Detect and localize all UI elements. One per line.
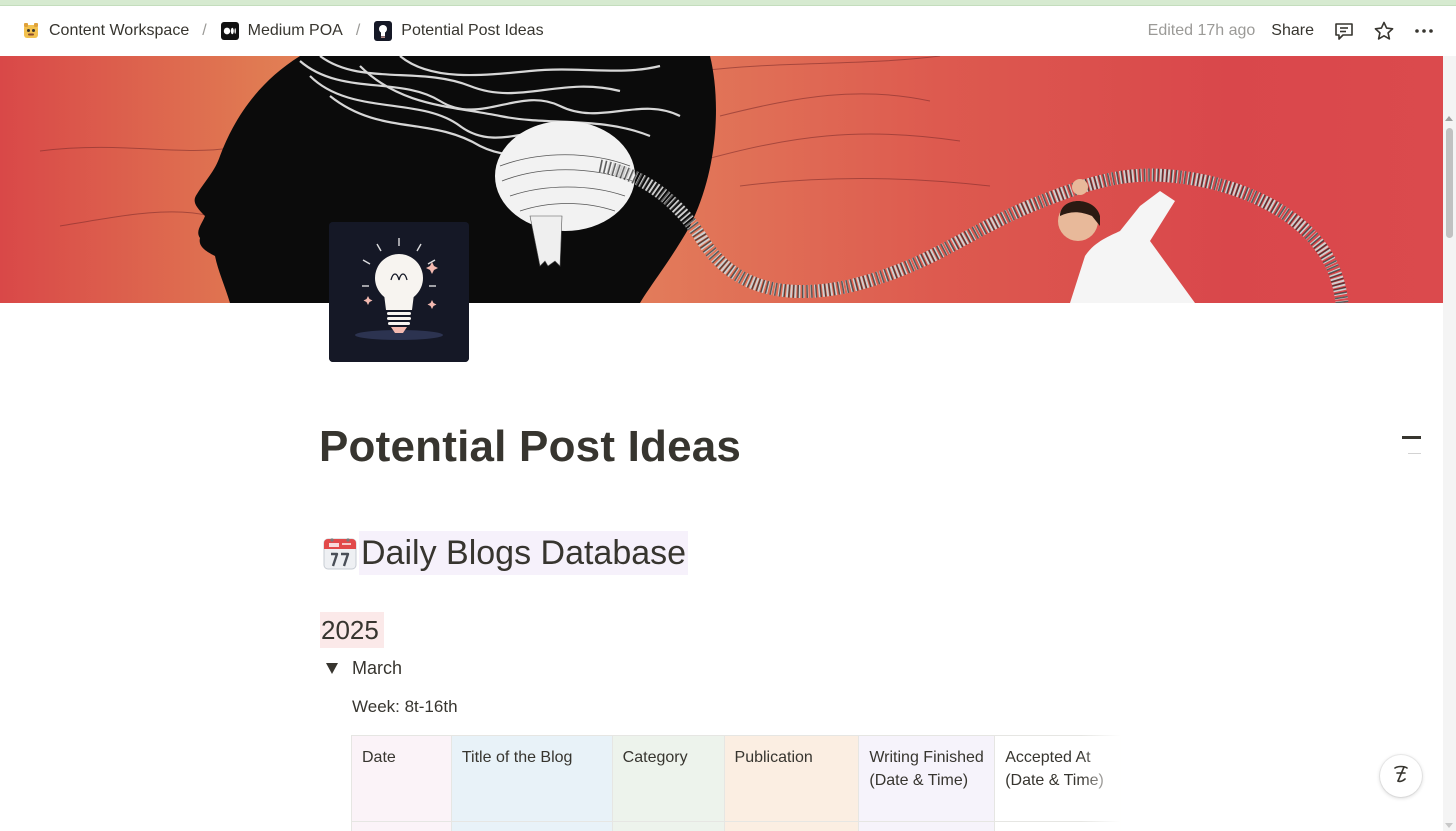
lightbulb-icon — [373, 21, 393, 41]
column-publication[interactable]: Publication — [724, 736, 860, 831]
breadcrumb-item-potential-post-ideas[interactable]: Potential Post Ideas — [370, 19, 546, 43]
table-of-contents-icon[interactable] — [1402, 436, 1422, 456]
column-header[interactable]: Publication — [724, 736, 859, 822]
table-grid: Date Title of the Blog Category Publicat… — [351, 735, 1121, 831]
breadcrumb-item-medium-poa[interactable]: Medium POA — [217, 19, 346, 43]
blogs-table: Date Title of the Blog Category Publicat… — [351, 735, 1121, 831]
breadcrumb: Content Workspace / Medium POA / Potenti… — [18, 19, 547, 43]
toggle-triangle-down-icon[interactable] — [326, 663, 338, 674]
breadcrumb-item-content-workspace[interactable]: Content Workspace — [18, 19, 192, 43]
breadcrumb-label: Potential Post Ideas — [401, 22, 544, 39]
breadcrumb-separator: / — [355, 22, 361, 39]
column-title-of-the-blog[interactable]: Title of the Blog — [451, 736, 613, 831]
share-button[interactable]: Share — [1267, 20, 1318, 42]
scroll-up-arrow-icon[interactable] — [1445, 116, 1453, 121]
week-label: Week: 8t-16th — [352, 697, 458, 716]
workspace-emoji-icon — [21, 21, 41, 41]
breadcrumb-label: Medium POA — [247, 22, 343, 39]
breadcrumb-label: Content Workspace — [49, 22, 190, 39]
column-category[interactable]: Category — [612, 736, 725, 831]
column-header[interactable]: Writing Finished (Date & Time) — [859, 736, 995, 822]
notion-ai-icon — [1389, 762, 1413, 791]
table-scroll-fade — [1081, 735, 1121, 831]
medium-logo-icon — [220, 21, 240, 41]
page-icon-lightbulb[interactable] — [329, 222, 469, 362]
comments-icon[interactable] — [1330, 17, 1358, 45]
help-button[interactable] — [1380, 755, 1422, 797]
heading-daily-blogs-database[interactable]: Daily Blogs Database — [321, 531, 689, 575]
column-writing-finished[interactable]: Writing Finished (Date & Time) — [859, 736, 996, 831]
favorite-star-icon[interactable] — [1370, 17, 1398, 45]
top-bar-actions: Edited 17h ago Share — [1148, 17, 1438, 45]
heading-text: Daily Blogs Database — [359, 531, 689, 575]
page-cover-image — [0, 56, 1443, 303]
top-bar: Content Workspace / Medium POA / Potenti… — [0, 6, 1456, 56]
toc-line — [1402, 436, 1421, 439]
column-header[interactable]: Category — [612, 736, 724, 822]
toggle-march[interactable]: March — [326, 658, 402, 679]
scrollbar-thumb[interactable] — [1446, 128, 1453, 238]
toggle-label: March — [352, 658, 403, 678]
vertical-scrollbar[interactable] — [1443, 56, 1456, 831]
toc-line — [1408, 453, 1421, 454]
page-title[interactable]: Potential Post Ideas — [319, 422, 741, 472]
edited-timestamp: Edited 17h ago — [1147, 22, 1256, 39]
column-date[interactable]: Date — [352, 736, 452, 831]
column-header[interactable]: Title of the Blog — [451, 736, 612, 822]
breadcrumb-separator: / — [202, 22, 207, 39]
more-options-icon[interactable] — [1410, 17, 1438, 45]
heading-year[interactable]: 2025 — [320, 612, 384, 648]
scroll-down-arrow-icon[interactable] — [1445, 823, 1453, 828]
column-header[interactable]: Date — [352, 736, 451, 822]
calendar-icon — [321, 534, 359, 572]
